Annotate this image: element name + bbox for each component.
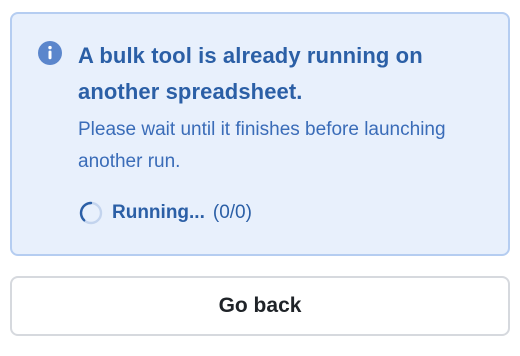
page: A bulk tool is already running on anothe… [0, 0, 520, 356]
info-icon [38, 41, 62, 65]
notice-title: A bulk tool is already running on anothe… [78, 43, 423, 104]
notice-header: A bulk tool is already running on anothe… [38, 38, 488, 226]
spinner-icon [78, 200, 104, 226]
running-notice: A bulk tool is already running on anothe… [10, 12, 510, 256]
run-status: Running... (0/0) [78, 200, 488, 226]
status-label: Running... [112, 202, 205, 223]
status-count: (0/0) [212, 202, 252, 223]
notice-body: Please wait until it finishes before lau… [78, 119, 446, 172]
notice-text: A bulk tool is already running on anothe… [78, 38, 488, 226]
go-back-button[interactable]: Go back [10, 276, 510, 336]
